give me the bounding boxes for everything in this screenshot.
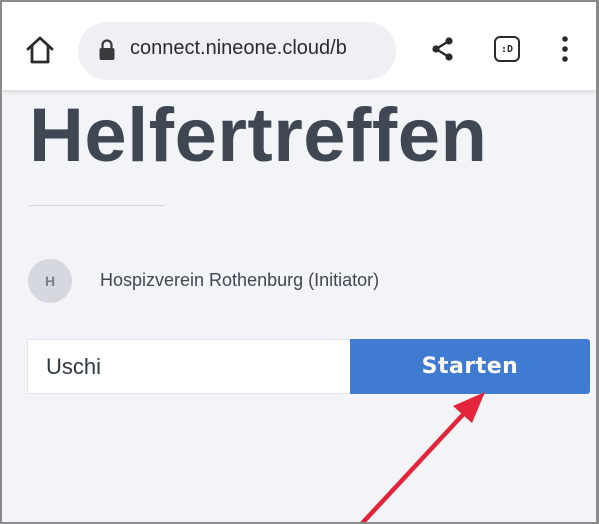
avatar: H [28,259,72,303]
lock-icon [98,39,116,61]
title-divider [29,205,165,206]
browser-toolbar: connect.nineone.cloud/b :D [2,2,596,90]
home-icon[interactable] [24,34,56,66]
tab-switcher-button[interactable]: :D [494,36,520,62]
initiator-name: Hospizverein Rothenburg (Initiator) [100,270,380,290]
url-text: connect.nineone.cloud/b [130,37,347,59]
more-menu-icon[interactable] [558,35,572,63]
share-icon[interactable] [430,36,456,62]
start-button[interactable]: Starten [350,339,590,394]
page-title: Helfertreffen [29,93,488,178]
address-bar[interactable]: connect.nineone.cloud/b [78,22,396,80]
name-input[interactable] [27,339,350,394]
screenshot-frame: connect.nineone.cloud/b :D Helfertreffen… [0,0,599,524]
